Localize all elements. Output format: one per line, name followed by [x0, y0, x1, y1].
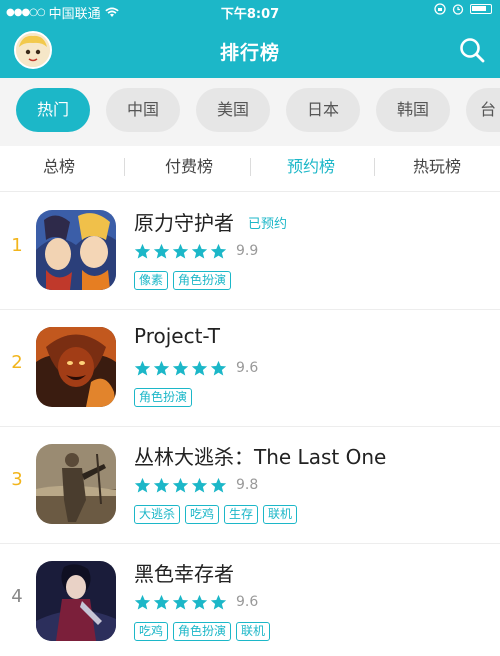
- star-icon: [134, 360, 151, 376]
- app-icon: [36, 210, 116, 290]
- rating-stars: [134, 594, 227, 611]
- rating-stars: [134, 477, 227, 494]
- app-icon: [36, 561, 116, 641]
- tab-region-usa[interactable]: 美国: [196, 88, 270, 132]
- tab-reservation[interactable]: 预约榜: [256, 146, 366, 192]
- star-icon: [191, 243, 208, 259]
- list-item[interactable]: 3 丛林大逃杀：The Last One 9.8 大逃杀 吃鸡 生存 联机: [0, 427, 500, 544]
- tag-list: 吃鸡 角色扮演 联机: [134, 622, 271, 641]
- battery-icon: [470, 4, 492, 14]
- alarm-icon: [452, 4, 464, 15]
- rank-number: 1: [11, 235, 23, 256]
- list-item[interactable]: 2 Project-T 9.6 角色扮演: [0, 310, 500, 427]
- genre-tag[interactable]: 角色扮演: [173, 271, 232, 290]
- star-icon: [172, 477, 189, 493]
- genre-tag[interactable]: 像素: [134, 271, 169, 290]
- star-icon: [191, 594, 208, 610]
- search-icon[interactable]: [458, 36, 486, 64]
- star-icon: [153, 594, 170, 610]
- page-title: 排行榜: [219, 42, 280, 64]
- region-tabs: 热门 中国 美国 日本 韩国 台: [0, 78, 500, 146]
- genre-tag[interactable]: 吃鸡: [185, 505, 220, 524]
- app-name: 黑色幸存者: [134, 562, 234, 586]
- tab-divider: [250, 158, 251, 176]
- genre-tag[interactable]: 生存: [224, 505, 259, 524]
- app-score: 9.6: [236, 360, 259, 376]
- list-item[interactable]: 4 黑色幸存者 9.6 吃鸡 角色扮演 联机: [0, 544, 500, 656]
- star-icon: [191, 477, 208, 493]
- star-icon: [172, 243, 189, 259]
- list-item[interactable]: 1 原力守护者 已预约 9.9 像素 角色扮演: [0, 193, 500, 310]
- tab-region-korea[interactable]: 韩国: [376, 88, 450, 132]
- star-icon: [210, 594, 227, 610]
- app-name: 原力守护者: [134, 211, 234, 235]
- tag-list: 角色扮演: [134, 388, 193, 407]
- app-name: Project-T: [134, 324, 221, 348]
- tab-region-japan[interactable]: 日本: [286, 88, 360, 132]
- star-icon: [134, 477, 151, 493]
- genre-tag[interactable]: 吃鸡: [134, 622, 169, 641]
- app-score: 9.8: [236, 477, 259, 493]
- tab-paid[interactable]: 付费榜: [134, 146, 244, 192]
- reserved-badge: 已预约: [248, 217, 288, 232]
- ranking-subtabs: 总榜 付费榜 预约榜 热玩榜: [0, 146, 500, 192]
- app-icon: [36, 444, 116, 524]
- genre-tag[interactable]: 大逃杀: [134, 505, 181, 524]
- tab-hot-play[interactable]: 热玩榜: [382, 146, 492, 192]
- star-icon: [134, 594, 151, 610]
- tab-overall[interactable]: 总榜: [4, 146, 114, 192]
- star-icon: [134, 243, 151, 259]
- app-header: 排行榜: [0, 22, 500, 78]
- star-icon: [153, 360, 170, 376]
- genre-tag[interactable]: 联机: [236, 622, 271, 641]
- status-time: 下午8:07: [220, 7, 280, 22]
- star-icon: [210, 360, 227, 376]
- app-name: 丛林大逃杀：The Last One: [134, 445, 387, 469]
- tag-list: 大逃杀 吃鸡 生存 联机: [134, 505, 298, 524]
- star-icon: [210, 243, 227, 259]
- tag-list: 像素 角色扮演: [134, 271, 232, 290]
- genre-tag[interactable]: 角色扮演: [173, 622, 232, 641]
- star-icon: [153, 477, 170, 493]
- genre-tag[interactable]: 联机: [263, 505, 298, 524]
- genre-tag[interactable]: 角色扮演: [134, 388, 193, 407]
- tab-divider: [374, 158, 375, 176]
- rating-stars: [134, 360, 227, 377]
- star-icon: [153, 243, 170, 259]
- tab-divider: [124, 158, 125, 176]
- star-icon: [191, 360, 208, 376]
- rating-stars: [134, 243, 227, 260]
- star-icon: [172, 594, 189, 610]
- star-icon: [210, 477, 227, 493]
- rank-number: 4: [11, 586, 23, 607]
- status-right: [434, 3, 492, 15]
- app-icon: [36, 327, 116, 407]
- tab-region-china[interactable]: 中国: [106, 88, 180, 132]
- lock-rotation-icon: [434, 3, 446, 15]
- tab-region-taiwan[interactable]: 台: [466, 88, 500, 132]
- tab-region-hot[interactable]: 热门: [16, 88, 90, 132]
- star-icon: [172, 360, 189, 376]
- app-score: 9.9: [236, 243, 259, 259]
- status-bar: ●●●○○ 中国联通 下午8:07: [0, 0, 500, 22]
- rank-number: 2: [11, 352, 23, 373]
- rank-number: 3: [11, 469, 23, 490]
- app-score: 9.6: [236, 594, 259, 610]
